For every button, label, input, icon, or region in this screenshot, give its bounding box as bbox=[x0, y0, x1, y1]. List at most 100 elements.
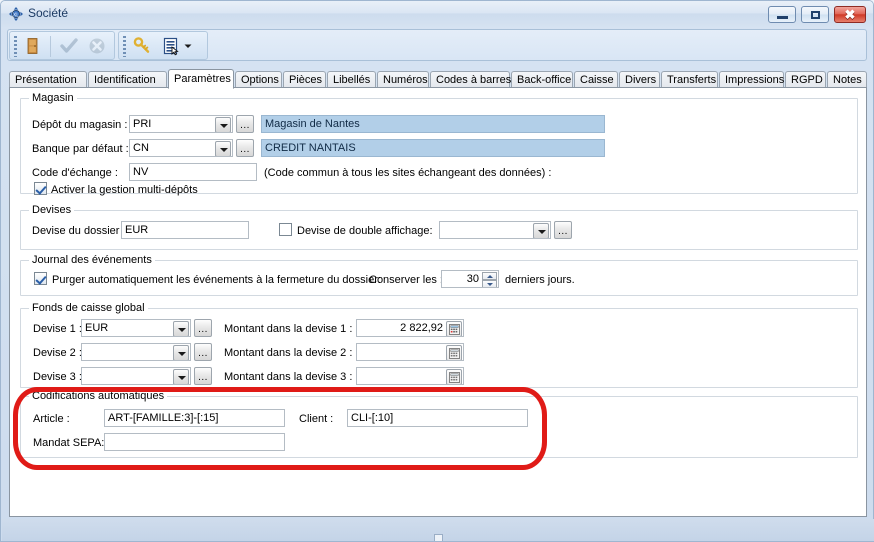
tab-identification[interactable]: Identification bbox=[88, 71, 167, 88]
maximize-button[interactable] bbox=[801, 6, 829, 23]
tab-options[interactable]: Options bbox=[235, 71, 282, 88]
window-title: Société bbox=[28, 6, 68, 20]
depot-description: Magasin de Nantes bbox=[261, 115, 605, 133]
banque-browse-button[interactable]: ... bbox=[236, 139, 254, 157]
devise-dossier-input[interactable]: EUR bbox=[121, 221, 249, 239]
montant1-input[interactable]: 2 822,92 bbox=[356, 319, 464, 337]
depot-combo[interactable]: PRI bbox=[129, 115, 233, 133]
conserver-spinner[interactable] bbox=[482, 272, 497, 288]
window-resize-nub[interactable] bbox=[434, 534, 443, 541]
devise2-browse-button[interactable]: ... bbox=[194, 343, 212, 361]
banque-combo[interactable]: CN bbox=[129, 139, 233, 157]
conserver-label: Conserver les : bbox=[369, 274, 443, 287]
devise3-label: Devise 3 : bbox=[33, 371, 82, 384]
door-icon bbox=[23, 36, 43, 59]
tab-bar: Présentation Identification Paramètres O… bbox=[9, 69, 867, 88]
group-codifications-legend: Codifications automatiques bbox=[29, 390, 167, 402]
double-affichage-combo[interactable] bbox=[439, 221, 551, 239]
double-affichage-checkbox[interactable] bbox=[279, 223, 292, 236]
group-devises: Devises Devise du dossier : EUR Devise d… bbox=[20, 210, 858, 250]
mandat-sepa-input[interactable] bbox=[104, 433, 285, 451]
code-echange-input[interactable]: NV bbox=[129, 163, 257, 181]
multidepot-label: Activer la gestion multi-dépôts bbox=[51, 184, 198, 197]
devise3-browse-button[interactable]: ... bbox=[194, 367, 212, 385]
calculator-icon[interactable] bbox=[446, 369, 462, 385]
tab-transferts[interactable]: Transferts bbox=[661, 71, 718, 88]
close-icon: ✖ bbox=[835, 7, 865, 22]
montant3-input[interactable] bbox=[356, 367, 464, 385]
toolbar-separator bbox=[50, 36, 51, 57]
devise1-combo[interactable]: EUR bbox=[81, 319, 191, 337]
devise-dossier-label: Devise du dossier : bbox=[32, 225, 126, 238]
depot-value: PRI bbox=[133, 118, 151, 130]
chevron-down-icon[interactable] bbox=[184, 41, 192, 53]
toolbar-grip-icon[interactable] bbox=[14, 36, 17, 57]
chevron-down-icon[interactable] bbox=[173, 345, 189, 361]
svg-text:XL: XL bbox=[13, 12, 19, 18]
calculator-icon[interactable] bbox=[446, 321, 462, 337]
code-echange-hint: (Code commun à tous les sites échangeant… bbox=[264, 167, 551, 180]
cancel-button[interactable] bbox=[84, 35, 110, 59]
tab-impressions[interactable]: Impressions bbox=[719, 71, 784, 88]
toolbar-grip-icon-2[interactable] bbox=[123, 36, 126, 57]
tab-libelles[interactable]: Libellés bbox=[327, 71, 376, 88]
list-button[interactable] bbox=[159, 35, 193, 59]
maximize-icon bbox=[802, 7, 828, 22]
spinner-down-icon[interactable] bbox=[482, 280, 497, 288]
tab-divers[interactable]: Divers bbox=[619, 71, 660, 88]
montant1-value: 2 822,92 bbox=[400, 322, 443, 334]
banque-value: CN bbox=[133, 142, 149, 154]
validate-button[interactable] bbox=[56, 35, 82, 59]
minimize-button[interactable] bbox=[768, 6, 796, 23]
multidepot-checkbox[interactable] bbox=[34, 182, 47, 195]
societe-window: XL Société ✖ bbox=[0, 0, 874, 542]
key-icon bbox=[132, 36, 152, 59]
conserver-input[interactable]: 30 bbox=[441, 270, 499, 288]
tab-back-office[interactable]: Back-office bbox=[511, 71, 573, 88]
depot-browse-button[interactable]: ... bbox=[236, 115, 254, 133]
conserver-value: 30 bbox=[467, 273, 479, 285]
montant2-input[interactable] bbox=[356, 343, 464, 361]
window-bottom-strip bbox=[2, 519, 874, 541]
tab-caisse[interactable]: Caisse bbox=[574, 71, 618, 88]
list-document-icon bbox=[161, 36, 181, 59]
tab-rgpd[interactable]: RGPD bbox=[785, 71, 826, 88]
montant1-label: Montant dans la devise 1 : bbox=[224, 323, 352, 336]
check-icon bbox=[59, 36, 79, 59]
group-magasin-legend: Magasin bbox=[29, 92, 77, 104]
client-input[interactable]: CLI-[:10] bbox=[347, 409, 528, 427]
calculator-icon[interactable] bbox=[446, 345, 462, 361]
tab-numeros[interactable]: Numéros bbox=[377, 71, 429, 88]
toolbar bbox=[7, 29, 867, 61]
banque-label: Banque par défaut : bbox=[32, 143, 129, 156]
spinner-up-icon[interactable] bbox=[482, 272, 497, 280]
devise2-label: Devise 2 : bbox=[33, 347, 82, 360]
group-fonds-caisse: Fonds de caisse global Devise 1 : EUR ..… bbox=[20, 308, 858, 388]
chevron-down-icon[interactable] bbox=[173, 321, 189, 337]
parametres-page: Magasin Dépôt du magasin : PRI ... Magas… bbox=[9, 87, 867, 517]
tab-codes-a-barres[interactable]: Codes à barres bbox=[430, 71, 510, 88]
chevron-down-icon[interactable] bbox=[173, 369, 189, 385]
chevron-down-icon[interactable] bbox=[215, 117, 231, 133]
chevron-down-icon[interactable] bbox=[533, 223, 549, 239]
title-bar[interactable]: XL Société ✖ bbox=[1, 1, 873, 27]
tab-presentation[interactable]: Présentation bbox=[9, 71, 87, 88]
chevron-down-icon[interactable] bbox=[215, 141, 231, 157]
devise1-browse-button[interactable]: ... bbox=[194, 319, 212, 337]
devise3-combo[interactable] bbox=[81, 367, 191, 385]
montant3-label: Montant dans la devise 3 : bbox=[224, 371, 352, 384]
tab-pieces[interactable]: Pièces bbox=[283, 71, 326, 88]
close-button[interactable]: ✖ bbox=[834, 6, 866, 23]
tab-notes[interactable]: Notes bbox=[827, 71, 867, 88]
group-codifications: Codifications automatiques Article : ART… bbox=[20, 396, 858, 458]
double-affichage-browse-button[interactable]: ... bbox=[554, 221, 572, 239]
key-button[interactable] bbox=[129, 35, 155, 59]
tab-parametres[interactable]: Paramètres bbox=[168, 69, 234, 89]
mandat-sepa-label: Mandat SEPA: bbox=[33, 437, 104, 450]
devise1-label: Devise 1 : bbox=[33, 323, 82, 336]
article-input[interactable]: ART-[FAMILLE:3]-[:15] bbox=[104, 409, 285, 427]
exit-door-button[interactable] bbox=[20, 35, 46, 59]
devise2-combo[interactable] bbox=[81, 343, 191, 361]
purge-checkbox[interactable] bbox=[34, 272, 47, 285]
devise1-value: EUR bbox=[85, 322, 108, 334]
